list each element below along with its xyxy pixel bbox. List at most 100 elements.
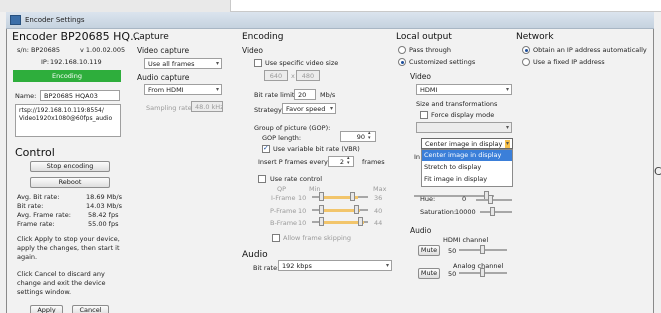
analog-mute-button[interactable]: Mute bbox=[418, 268, 440, 279]
analog-volume-thumb[interactable] bbox=[480, 268, 485, 277]
transform-combo-value: Center image in display bbox=[425, 140, 503, 148]
chevron-down-icon: ▾ bbox=[505, 86, 509, 93]
pframe-max: 40 bbox=[374, 207, 383, 215]
bframe-min: 10 bbox=[298, 219, 307, 227]
pass-through-radio[interactable] bbox=[398, 46, 406, 54]
hue-slider-track[interactable] bbox=[476, 199, 512, 201]
vbr-checkbox[interactable] bbox=[262, 144, 270, 153]
encoding-audio-heading: Audio bbox=[242, 250, 268, 260]
pass-through-label: Pass through bbox=[409, 46, 451, 54]
allow-skip-checkbox[interactable] bbox=[272, 234, 280, 242]
gop-length-label: GOP length: bbox=[262, 134, 302, 142]
strategy-select[interactable]: Favor speed ▾ bbox=[282, 103, 336, 114]
size-transform-heading: Size and transformations bbox=[416, 100, 498, 108]
height-input[interactable]: 480 bbox=[296, 70, 320, 81]
cancel-button[interactable]: Cancel bbox=[72, 305, 109, 313]
hue-slider-thumb[interactable] bbox=[488, 195, 493, 204]
strategy-label: Strategy: bbox=[254, 106, 284, 114]
rate-control-checkbox[interactable] bbox=[258, 175, 266, 183]
chevron-down-icon: ▾ bbox=[329, 105, 333, 112]
cancel-note: Click Cancel to discard any change and e… bbox=[17, 270, 106, 296]
saturation-label: Saturation: bbox=[420, 208, 457, 216]
local-audio-heading: Audio bbox=[410, 226, 432, 235]
bframe-max-thumb[interactable] bbox=[358, 217, 363, 226]
iframe-max-thumb[interactable] bbox=[350, 192, 355, 201]
local-video-heading: Video bbox=[410, 72, 432, 81]
audio-bitrate-select[interactable]: 192 kbps ▾ bbox=[278, 260, 392, 271]
avg-bitrate-label: Avg. Bit rate: bbox=[17, 193, 60, 201]
sampling-rate-select[interactable]: 48.0 kHz bbox=[191, 101, 223, 112]
hue-label: Hue: bbox=[420, 195, 436, 203]
saturation-slider-track[interactable] bbox=[480, 211, 512, 213]
avg-framerate-label: Avg. Frame rate: bbox=[17, 211, 71, 219]
force-display-checkbox[interactable] bbox=[420, 111, 428, 119]
chevron-down-icon: ▾ bbox=[215, 86, 219, 93]
auto-ip-radio[interactable] bbox=[522, 46, 530, 54]
pframe-min-thumb[interactable] bbox=[319, 205, 324, 214]
output-video-select[interactable]: HDMI ▾ bbox=[416, 84, 512, 95]
framerate-label: Frame rate: bbox=[17, 220, 55, 228]
vbr-label: Use variable bit rate (VBR) bbox=[273, 145, 360, 153]
width-input[interactable]: 640 bbox=[264, 70, 288, 81]
auto-ip-label: Obtain an IP address automatically bbox=[533, 46, 647, 54]
iframe-label: I-Frame bbox=[271, 194, 296, 202]
bitrate-unit: Mb/s bbox=[320, 91, 336, 99]
display-mode-select-disabled: ▾ bbox=[416, 122, 512, 133]
pframe-max-thumb[interactable] bbox=[354, 205, 359, 214]
avg-framerate-value: 58.42 fps bbox=[88, 211, 119, 219]
dropdown-option-fit[interactable]: Fit image in display bbox=[422, 174, 512, 185]
chevron-down-icon: ▾ bbox=[385, 262, 389, 269]
stepper-icon[interactable]: ▴ ▾ bbox=[368, 131, 371, 141]
specific-size-label: Use specific video size bbox=[265, 59, 339, 67]
specific-size-checkbox[interactable] bbox=[254, 59, 262, 67]
ip-label: IP: bbox=[41, 58, 50, 66]
hdmi-volume-thumb[interactable] bbox=[480, 245, 485, 254]
encoding-heading: Encoding bbox=[242, 32, 284, 42]
transform-combo[interactable]: Center image in display ▾ bbox=[421, 138, 513, 149]
video-capture-value: Use all frames bbox=[148, 60, 195, 68]
ip-value: 192.168.10.119 bbox=[50, 58, 102, 66]
hdmi-channel-label: HDMI channel bbox=[443, 236, 489, 244]
bframe-min-thumb[interactable] bbox=[319, 217, 324, 226]
reboot-button[interactable]: Reboot bbox=[30, 177, 110, 188]
qp-header: QP bbox=[277, 185, 287, 193]
video-capture-select[interactable]: Use all frames ▾ bbox=[144, 58, 222, 69]
analog-channel-label: Analog channel bbox=[453, 262, 504, 270]
hdmi-mute-button[interactable]: Mute bbox=[418, 245, 440, 256]
fixed-ip-radio[interactable] bbox=[522, 58, 530, 66]
iframe-min-thumb[interactable] bbox=[319, 192, 324, 201]
audio-bitrate-value: 192 kbps bbox=[282, 262, 312, 270]
stream-url-field[interactable]: rtsp://192.168.10.119:8554/ Video1920x10… bbox=[15, 104, 121, 137]
name-input[interactable]: BP20685 HQA03 bbox=[40, 90, 120, 101]
stop-encoding-button[interactable]: Stop encoding bbox=[30, 161, 110, 172]
status-badge: Encoding bbox=[13, 70, 121, 82]
hue-value: 0 bbox=[462, 195, 467, 203]
title-bar[interactable] bbox=[6, 12, 654, 29]
customized-radio[interactable] bbox=[398, 58, 406, 66]
dropdown-option-center[interactable]: Center image in display bbox=[422, 150, 512, 161]
control-heading: Control bbox=[15, 146, 55, 159]
size-separator: x bbox=[291, 72, 295, 80]
audio-bitrate-label: Bit rate: bbox=[253, 264, 280, 272]
apply-button[interactable]: Apply bbox=[30, 305, 63, 313]
pframe-label: P-Frame bbox=[270, 207, 297, 215]
allow-skip-label: Allow frame skipping bbox=[283, 234, 352, 242]
max-header: Max bbox=[373, 185, 387, 193]
saturation-value: 10000 bbox=[455, 208, 476, 216]
firmware-version: v 1.00.02.005 bbox=[80, 46, 126, 54]
dropdown-option-stretch[interactable]: Stretch to display bbox=[422, 162, 512, 173]
output-video-value: HDMI bbox=[420, 86, 438, 94]
gop-heading: Group of picture (GOP): bbox=[254, 124, 331, 132]
encoding-video-heading: Video bbox=[242, 46, 264, 55]
app-icon bbox=[10, 15, 21, 25]
iframe-min: 10 bbox=[298, 194, 307, 202]
saturation-slider-thumb[interactable] bbox=[490, 207, 495, 216]
stepper-icon[interactable]: ▴ ▾ bbox=[347, 156, 350, 166]
network-heading: Network bbox=[516, 32, 554, 42]
bitrate-limit-input[interactable]: 20 bbox=[294, 89, 316, 100]
audio-capture-select[interactable]: From HDMI ▾ bbox=[144, 84, 222, 95]
audio-capture-value: From HDMI bbox=[148, 86, 184, 94]
pframes-input[interactable]: 2 bbox=[328, 156, 354, 167]
pframes-label: Insert P frames every bbox=[258, 158, 328, 166]
pframes-unit: frames bbox=[362, 158, 385, 166]
